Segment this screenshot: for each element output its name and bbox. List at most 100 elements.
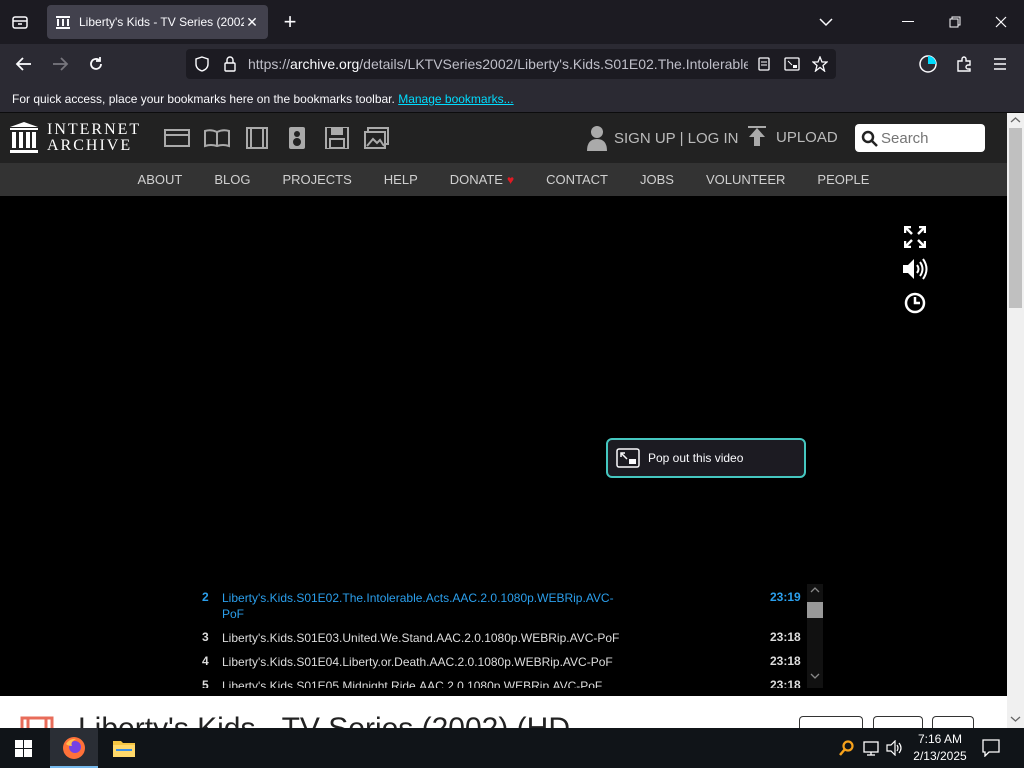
audio-icon[interactable] bbox=[284, 127, 310, 149]
scroll-up-icon[interactable] bbox=[810, 586, 820, 594]
playlist-item[interactable]: 3 Liberty's.Kids.S01E03.United.We.Stand.… bbox=[190, 630, 805, 648]
reader-view-icon[interactable] bbox=[754, 55, 774, 73]
menu-icon[interactable] bbox=[988, 53, 1012, 75]
fullscreen-icon[interactable] bbox=[904, 226, 926, 248]
nav-about[interactable]: ABOUT bbox=[138, 172, 183, 187]
nav-people[interactable]: PEOPLE bbox=[817, 172, 869, 187]
nav-projects[interactable]: PROJECTS bbox=[282, 172, 351, 187]
item-title: Liberty's Kids - TV Series (2002) (HD bbox=[78, 712, 570, 728]
heart-icon: ♥ bbox=[506, 173, 515, 187]
nav-help[interactable]: HELP bbox=[384, 172, 418, 187]
logo-line-1: INTERNET bbox=[47, 121, 142, 138]
restore-icon[interactable] bbox=[943, 12, 967, 32]
scroll-up-icon[interactable] bbox=[1010, 116, 1021, 124]
favorite-button[interactable] bbox=[799, 716, 863, 728]
pop-out-video-button[interactable]: Pop out this video bbox=[606, 438, 806, 478]
file-explorer-icon[interactable] bbox=[112, 738, 136, 758]
images-icon[interactable] bbox=[364, 127, 390, 149]
nav-volunteer[interactable]: VOLUNTEER bbox=[706, 172, 785, 187]
back-arrow-icon[interactable] bbox=[12, 54, 36, 74]
reload-icon[interactable] bbox=[84, 54, 108, 74]
site-nav: ABOUT BLOG PROJECTS HELP DONATE ♥ CONTACT… bbox=[0, 163, 1007, 196]
network-icon[interactable] bbox=[863, 740, 881, 756]
clock-date: 2/13/2025 bbox=[913, 749, 967, 763]
forward-arrow-icon[interactable] bbox=[48, 54, 72, 74]
firefox-icon bbox=[63, 737, 85, 759]
tab-title: Liberty's Kids - TV Series (2002) bbox=[79, 15, 244, 29]
extensions-icon[interactable] bbox=[952, 53, 976, 75]
playlist-duration: 23:18 bbox=[770, 630, 801, 644]
playlist-title: Liberty's.Kids.S01E03.United.We.Stand.AA… bbox=[222, 631, 620, 645]
playlist-scroll-thumb[interactable] bbox=[807, 602, 823, 618]
nav-contact[interactable]: CONTACT bbox=[546, 172, 608, 187]
bookmarks-hint: For quick access, place your bookmarks h… bbox=[12, 92, 395, 106]
notification-icon[interactable] bbox=[982, 739, 1000, 757]
speaker-icon[interactable] bbox=[886, 740, 904, 756]
tab-close-button[interactable]: ✕ bbox=[244, 14, 260, 31]
url-prefix: https:// bbox=[248, 56, 291, 72]
close-icon[interactable] bbox=[989, 12, 1013, 32]
upload-icon[interactable] bbox=[747, 126, 767, 150]
bookmarks-toolbar: For quick access, place your bookmarks h… bbox=[0, 84, 1024, 113]
url-bar[interactable]: https://archive.org/details/LKTVSeries20… bbox=[186, 49, 836, 79]
playlist-scrollbar[interactable] bbox=[807, 584, 823, 688]
active-tab[interactable]: Liberty's Kids - TV Series (2002) ✕ bbox=[47, 5, 268, 39]
shield-icon[interactable] bbox=[192, 55, 212, 73]
nav-jobs[interactable]: JOBS bbox=[640, 172, 674, 187]
playlist-item[interactable]: 2 Liberty's.Kids.S01E02.The.Intolerable.… bbox=[190, 590, 805, 622]
navigation-toolbar: https://archive.org/details/LKTVSeries20… bbox=[0, 44, 1024, 84]
user-icon[interactable] bbox=[586, 125, 608, 151]
archive-favicon-icon bbox=[56, 16, 70, 29]
flag-button[interactable] bbox=[932, 716, 974, 728]
item-details: Liberty's Kids - TV Series (2002) (HD bbox=[0, 696, 1007, 728]
web-icon[interactable] bbox=[164, 127, 190, 149]
new-tab-button[interactable]: + bbox=[278, 8, 302, 36]
manage-bookmarks-link[interactable]: Manage bookmarks... bbox=[398, 92, 513, 106]
video-player[interactable]: Pop out this video 2 Liberty's.Kids.S01E… bbox=[0, 196, 1007, 696]
nav-donate[interactable]: DONATE ♥ bbox=[450, 172, 514, 187]
nav-blog[interactable]: BLOG bbox=[214, 172, 250, 187]
playlist-duration: 23:18 bbox=[770, 654, 801, 668]
playlist-item[interactable]: 5 Liberty's.Kids.S01E05.Midnight.Ride.AA… bbox=[190, 678, 805, 688]
archive-logo-icon[interactable] bbox=[10, 122, 38, 154]
site-header: INTERNET ARCHIVE SIGN UP | LOG IN UPLOAD bbox=[0, 113, 1007, 163]
tab-list-icon[interactable] bbox=[8, 12, 32, 32]
page-scroll-thumb[interactable] bbox=[1009, 128, 1022, 308]
playlist-number: 2 bbox=[202, 590, 209, 604]
video-icon[interactable] bbox=[244, 127, 270, 149]
scroll-down-icon[interactable] bbox=[1010, 715, 1021, 723]
search-input[interactable] bbox=[881, 128, 981, 148]
playlist-number: 4 bbox=[202, 654, 209, 668]
search-icon bbox=[861, 130, 878, 147]
clock-icon[interactable] bbox=[904, 292, 926, 314]
page-scrollbar[interactable] bbox=[1007, 113, 1024, 728]
archive-logo-text[interactable]: INTERNET ARCHIVE bbox=[47, 122, 141, 154]
bookmark-star-icon[interactable] bbox=[810, 55, 830, 73]
lock-icon[interactable] bbox=[220, 55, 240, 73]
search-highlight-icon[interactable] bbox=[839, 740, 855, 756]
url-path: /details/LKTVSeries2002/Liberty's.Kids.S… bbox=[359, 56, 748, 72]
search-box[interactable] bbox=[855, 124, 985, 152]
playlist-duration: 23:19 bbox=[770, 590, 801, 604]
nav-donate-label: DONATE bbox=[449, 172, 503, 187]
account-icon[interactable] bbox=[916, 53, 940, 75]
chevron-down-icon[interactable] bbox=[814, 12, 838, 32]
minimize-icon[interactable] bbox=[896, 12, 920, 32]
scroll-down-icon[interactable] bbox=[810, 672, 820, 680]
windows-start-icon[interactable] bbox=[15, 740, 32, 757]
upload-link[interactable]: UPLOAD bbox=[776, 129, 838, 146]
share-button[interactable] bbox=[873, 716, 923, 728]
texts-icon[interactable] bbox=[204, 127, 230, 149]
picture-in-picture-icon[interactable] bbox=[782, 55, 802, 73]
volume-icon[interactable] bbox=[902, 258, 929, 280]
firefox-taskbar-button[interactable] bbox=[50, 728, 98, 768]
playlist-item[interactable]: 4 Liberty's.Kids.S01E04.Liberty.or.Death… bbox=[190, 654, 805, 672]
sign-up-login-link[interactable]: SIGN UP | LOG IN bbox=[614, 130, 738, 147]
software-icon[interactable] bbox=[324, 127, 350, 149]
playlist-title: Liberty's.Kids.S01E04.Liberty.or.Death.A… bbox=[222, 655, 613, 669]
taskbar-clock[interactable]: 7:16 AM 2/13/2025 bbox=[908, 731, 972, 765]
movie-icon bbox=[20, 716, 54, 728]
taskbar: 7:16 AM 2/13/2025 bbox=[0, 728, 1024, 768]
pop-out-label: Pop out this video bbox=[648, 451, 744, 465]
playlist: 2 Liberty's.Kids.S01E02.The.Intolerable.… bbox=[190, 584, 824, 688]
